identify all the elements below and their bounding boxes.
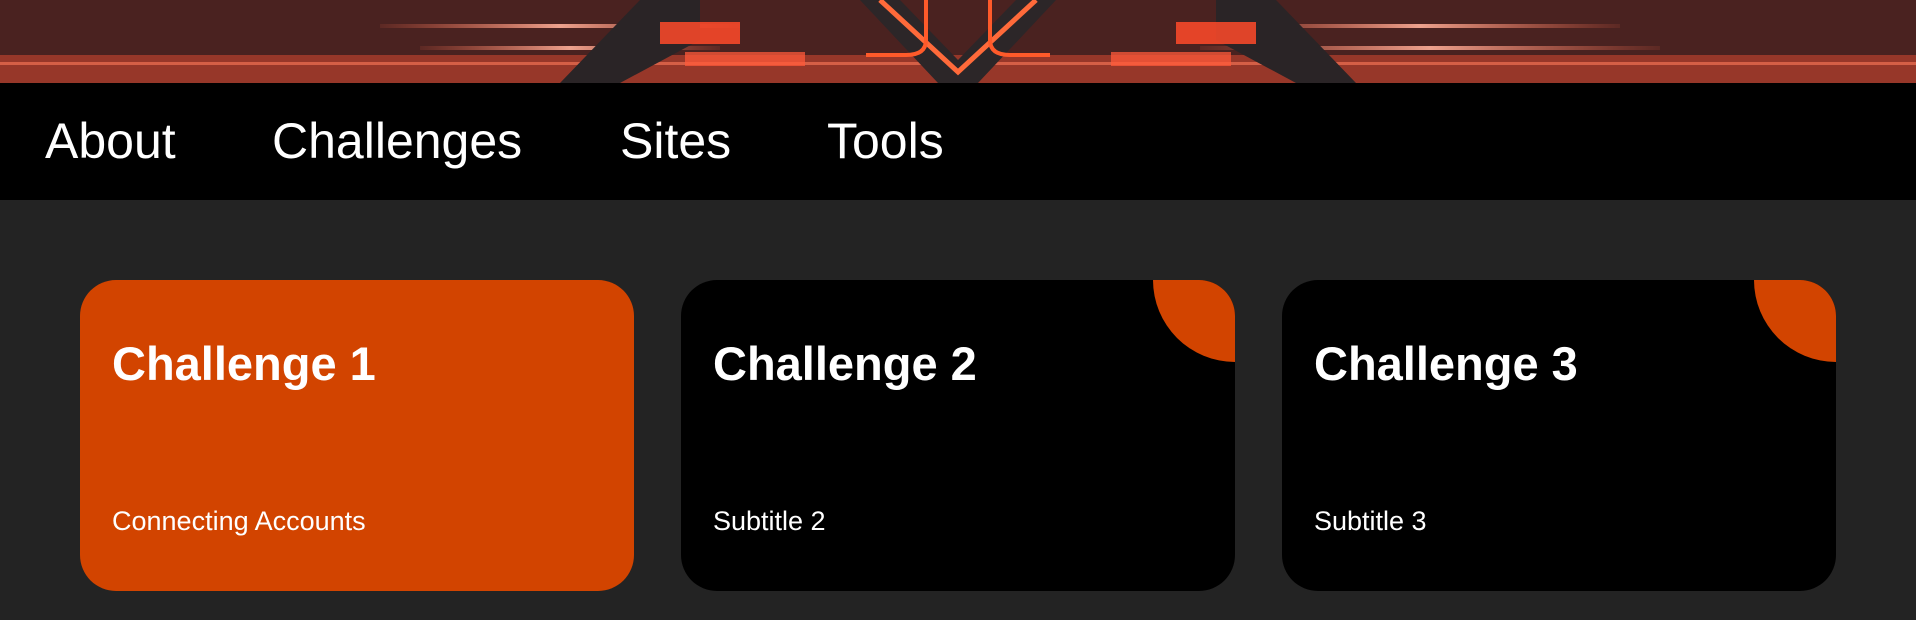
main-nav: About Challenges Sites Tools [0,83,1916,200]
card-title: Challenge 2 [713,337,977,390]
hero-banner-image [0,0,1916,83]
nav-item-tools[interactable]: Tools [827,83,944,200]
card-subtitle: Subtitle 3 [1314,506,1427,536]
nav-item-challenges[interactable]: Challenges [272,83,522,200]
nav-item-sites[interactable]: Sites [620,83,731,200]
challenge-card-1[interactable]: Challenge 1 Connecting Accounts [80,280,634,591]
card-corner-accent [1754,280,1836,362]
card-title: Challenge 1 [112,337,376,390]
challenge-card-3[interactable]: Challenge 3 Subtitle 3 [1282,280,1836,591]
hero-banner [0,0,1916,83]
challenges-section: Challenge 1 Connecting Accounts Challeng… [0,200,1916,620]
card-subtitle: Subtitle 2 [713,506,826,536]
card-title: Challenge 3 [1314,337,1578,390]
challenge-card-2[interactable]: Challenge 2 Subtitle 2 [681,280,1235,591]
card-subtitle: Connecting Accounts [112,506,366,536]
card-corner-accent [1153,280,1235,362]
nav-item-about[interactable]: About [45,83,176,200]
